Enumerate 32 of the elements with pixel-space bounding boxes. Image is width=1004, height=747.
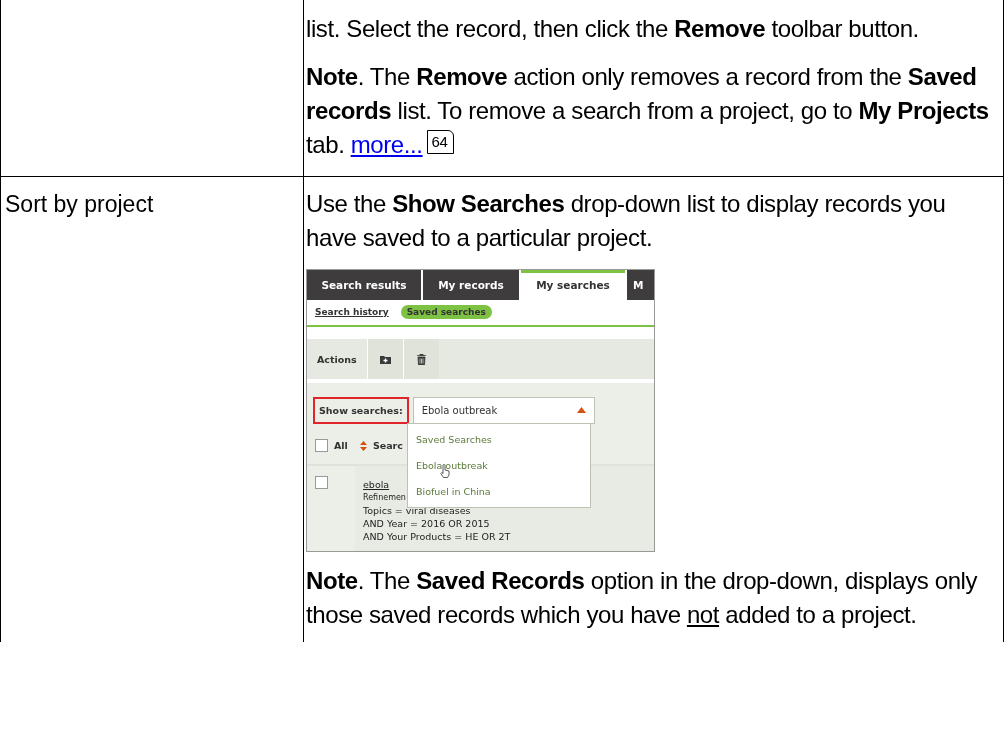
tab[interactable]: M (627, 270, 654, 300)
dropdown-option[interactable]: Ebola outbreak (408, 452, 590, 478)
refinements-label: Refinemen (363, 492, 406, 504)
trash-icon (416, 353, 426, 365)
select-all-checkbox[interactable] (315, 439, 328, 452)
select-all-label: All (334, 440, 348, 451)
column-header[interactable]: Searc (372, 440, 403, 451)
query-line: AND Your Products = HE OR 2T (363, 530, 511, 543)
page-reference[interactable]: 64 (426, 130, 455, 154)
dropdown-option[interactable]: Biofuel in China (408, 478, 590, 504)
project-dropdown[interactable]: Ebola outbreak (412, 396, 595, 424)
tab[interactable]: My records (423, 270, 519, 300)
subnav-link[interactable]: Search history (315, 307, 389, 317)
tab[interactable]: Search results (307, 270, 421, 300)
query-line: Topics = viral diseases (363, 504, 471, 517)
add-folder-button[interactable] (366, 339, 403, 379)
subnav-link[interactable]: Saved searches (400, 305, 492, 319)
row-label: Sort by project (5, 191, 154, 217)
delete-button[interactable] (402, 339, 439, 379)
folder-plus-icon (379, 354, 391, 364)
query-line: AND Year = 2016 OR 2015 (363, 517, 490, 530)
sort-icon[interactable] (359, 440, 367, 451)
row-checkbox[interactable] (315, 476, 328, 489)
dropdown-option[interactable]: Saved Searches (408, 426, 590, 452)
show-searches-label: Show searches: (313, 396, 409, 424)
more-link[interactable]: more... (350, 131, 423, 158)
actions-label: Actions (316, 352, 358, 367)
paragraph: list. Select the record, then click the Remove toolbar button. (306, 14, 920, 44)
paragraph: Note. The Saved Records option in the drop-down, displays only those saved records which you have not added to a project. (306, 566, 979, 630)
paragraph: Use the Show Searches drop-down list to display records you have saved to a particular project. (306, 189, 947, 253)
paragraph: Note. The Remove action only removes a record from the Saved records list. To remove a search from a project, go to My Projects tab. more... 64 (306, 62, 990, 160)
search-title-link[interactable]: ebola (363, 478, 390, 491)
